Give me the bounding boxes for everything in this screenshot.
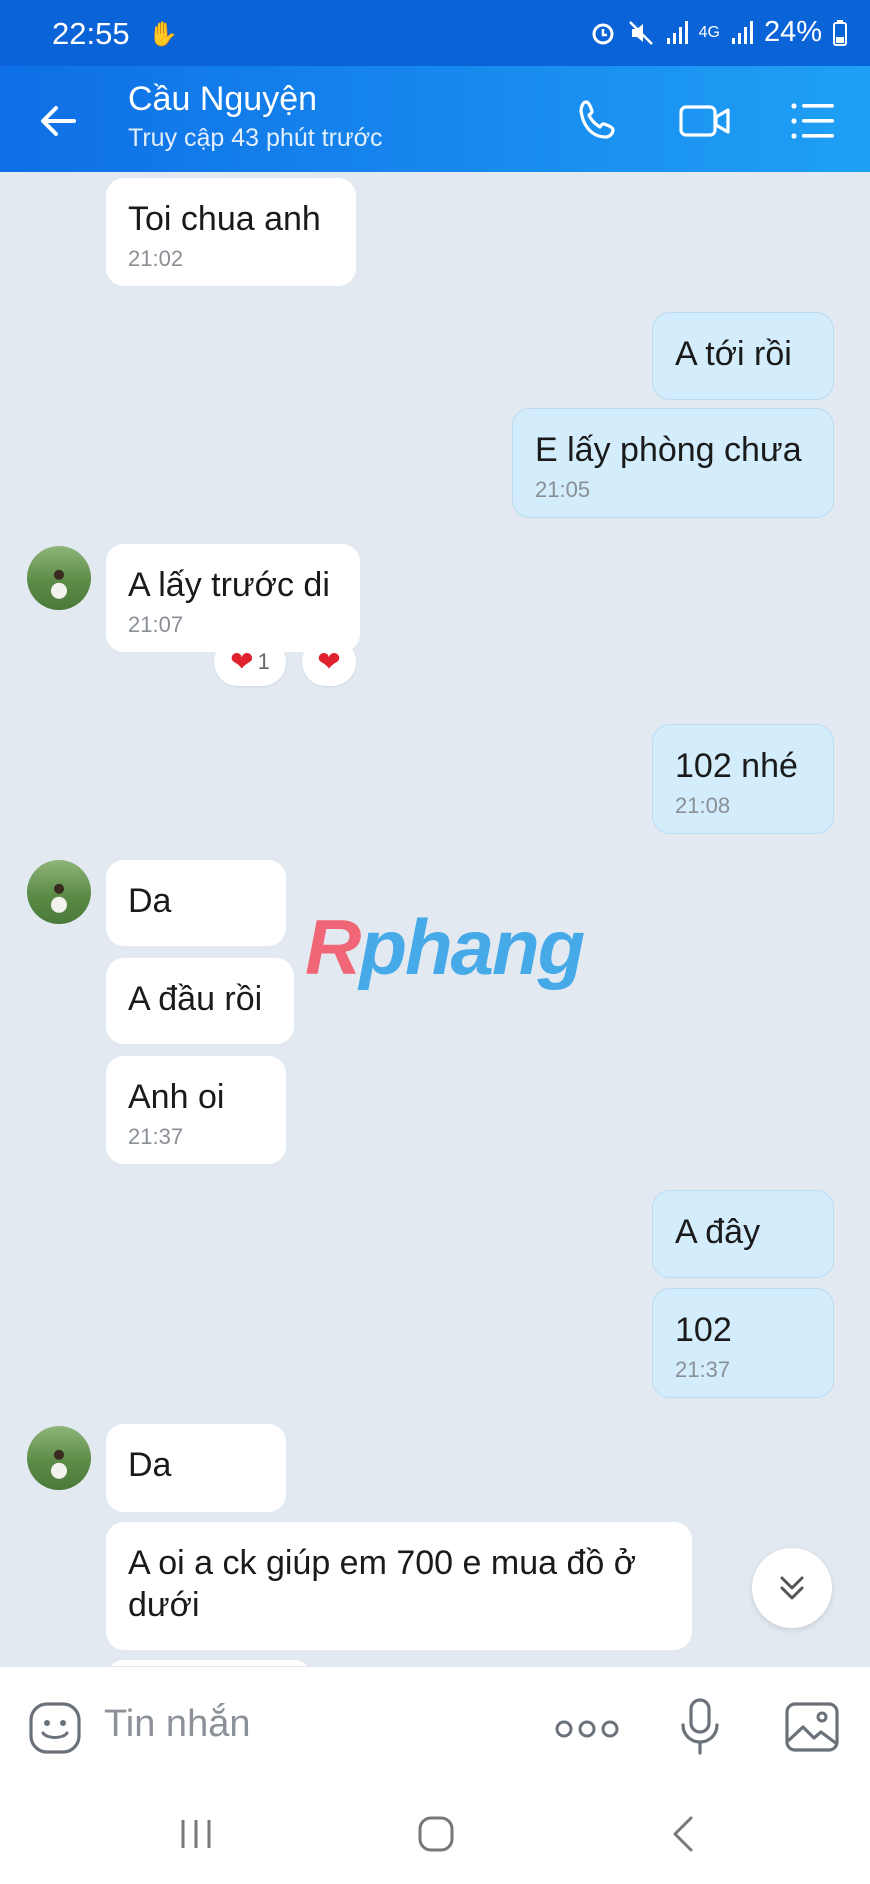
alarm-icon <box>592 23 614 44</box>
notification-icon: ✋ <box>148 21 178 48</box>
message-time: 21:37 <box>675 1357 731 1382</box>
back-arrow-icon[interactable] <box>34 96 84 146</box>
reaction-count: 1 <box>257 649 270 674</box>
message-time: 21:37 <box>128 1124 184 1149</box>
status-time: 22:55 <box>52 16 130 51</box>
status-bar: 22:55 ✋ 4G 24% <box>0 0 870 66</box>
message-input-bar: Tin nhắn <box>0 1666 870 1785</box>
message-list[interactable]: Toi chua anh 21:02 A tới rồi E lấy phòng… <box>0 172 870 1666</box>
message-time: 21:02 <box>128 246 184 271</box>
recent-apps-icon[interactable] <box>176 1814 216 1854</box>
heart-icon: ❤ <box>230 646 254 677</box>
message-text: 102 <box>675 1311 732 1349</box>
battery-icon <box>833 19 847 46</box>
system-nav-bar <box>0 1784 870 1884</box>
watermark-logo: Rphang <box>305 903 585 991</box>
message-text: A đây <box>675 1213 761 1251</box>
message-bubble[interactable]: Da <box>106 1424 286 1512</box>
message-text: Da <box>128 1446 172 1484</box>
sticker-emoji-icon[interactable] <box>28 1701 82 1755</box>
phone-call-icon[interactable] <box>572 94 626 148</box>
message-input[interactable]: Tin nhắn <box>104 1703 250 1746</box>
message-bubble[interactable]: A đây <box>652 1190 834 1278</box>
message-text: A lấy trước di <box>128 566 330 604</box>
scroll-to-bottom-button[interactable] <box>752 1548 832 1628</box>
message-time: 21:05 <box>535 477 591 502</box>
network-type: 4G <box>698 23 720 41</box>
message-bubble[interactable]: A tới rồi <box>652 312 834 400</box>
message-text: A oi a ck giúp em 700 e mua đồ ở dưới <box>128 1544 637 1624</box>
contact-avatar[interactable] <box>27 546 91 610</box>
message-text: E lấy phòng chưa <box>535 431 802 469</box>
reaction-summary[interactable]: ❤ 1 <box>214 638 286 686</box>
message-bubble[interactable]: A đầu rồi <box>106 958 294 1044</box>
message-bubble[interactable]: Anh oi 21:37 <box>106 1056 286 1164</box>
microphone-icon[interactable] <box>678 1697 722 1757</box>
message-bubble[interactable]: A oi a ck giúp em 700 e mua đồ ở dưới <box>106 1522 692 1650</box>
battery-percent: 24% <box>763 16 822 48</box>
message-time: 21:07 <box>128 612 184 637</box>
video-call-icon[interactable] <box>678 94 732 148</box>
message-text: Anh oi <box>128 1078 225 1116</box>
message-text: Da <box>128 882 172 920</box>
menu-list-icon[interactable] <box>786 94 840 148</box>
message-bubble[interactable]: A lấy trước di 21:07 <box>106 544 360 652</box>
message-bubble[interactable]: 102 21:37 <box>652 1288 834 1398</box>
more-options-icon[interactable] <box>554 1719 620 1739</box>
message-bubble[interactable]: 102 nhé 21:08 <box>652 724 834 834</box>
message-text: Toi chua anh <box>128 200 321 238</box>
image-gallery-icon[interactable] <box>784 1701 840 1753</box>
mute-icon <box>628 20 653 45</box>
message-text: A đầu rồi <box>128 980 263 1018</box>
message-bubble[interactable]: E lấy phòng chưa 21:05 <box>512 408 834 518</box>
contact-last-seen: Truy cập 43 phút trước <box>128 124 383 152</box>
message-time: 21:08 <box>675 793 731 818</box>
message-bubble[interactable]: Toi chua anh 21:02 <box>106 178 356 286</box>
message-bubble[interactable]: Da <box>106 860 286 946</box>
contact-avatar[interactable] <box>27 1426 91 1490</box>
home-icon[interactable] <box>416 1814 456 1854</box>
double-chevron-down-icon <box>780 1576 804 1600</box>
back-nav-icon[interactable] <box>664 1814 704 1854</box>
signal-icon <box>666 20 688 44</box>
contact-avatar[interactable] <box>27 860 91 924</box>
react-heart-button[interactable]: ❤ <box>302 638 356 686</box>
message-text: A tới rồi <box>675 335 792 373</box>
signal-icon-2 <box>731 20 753 44</box>
chat-header: Cầu Nguyện Truy cập 43 phút trước <box>0 66 870 172</box>
message-text: 102 nhé <box>675 747 798 785</box>
contact-name[interactable]: Cầu Nguyện <box>128 80 317 119</box>
heart-icon: ❤ <box>317 646 341 677</box>
